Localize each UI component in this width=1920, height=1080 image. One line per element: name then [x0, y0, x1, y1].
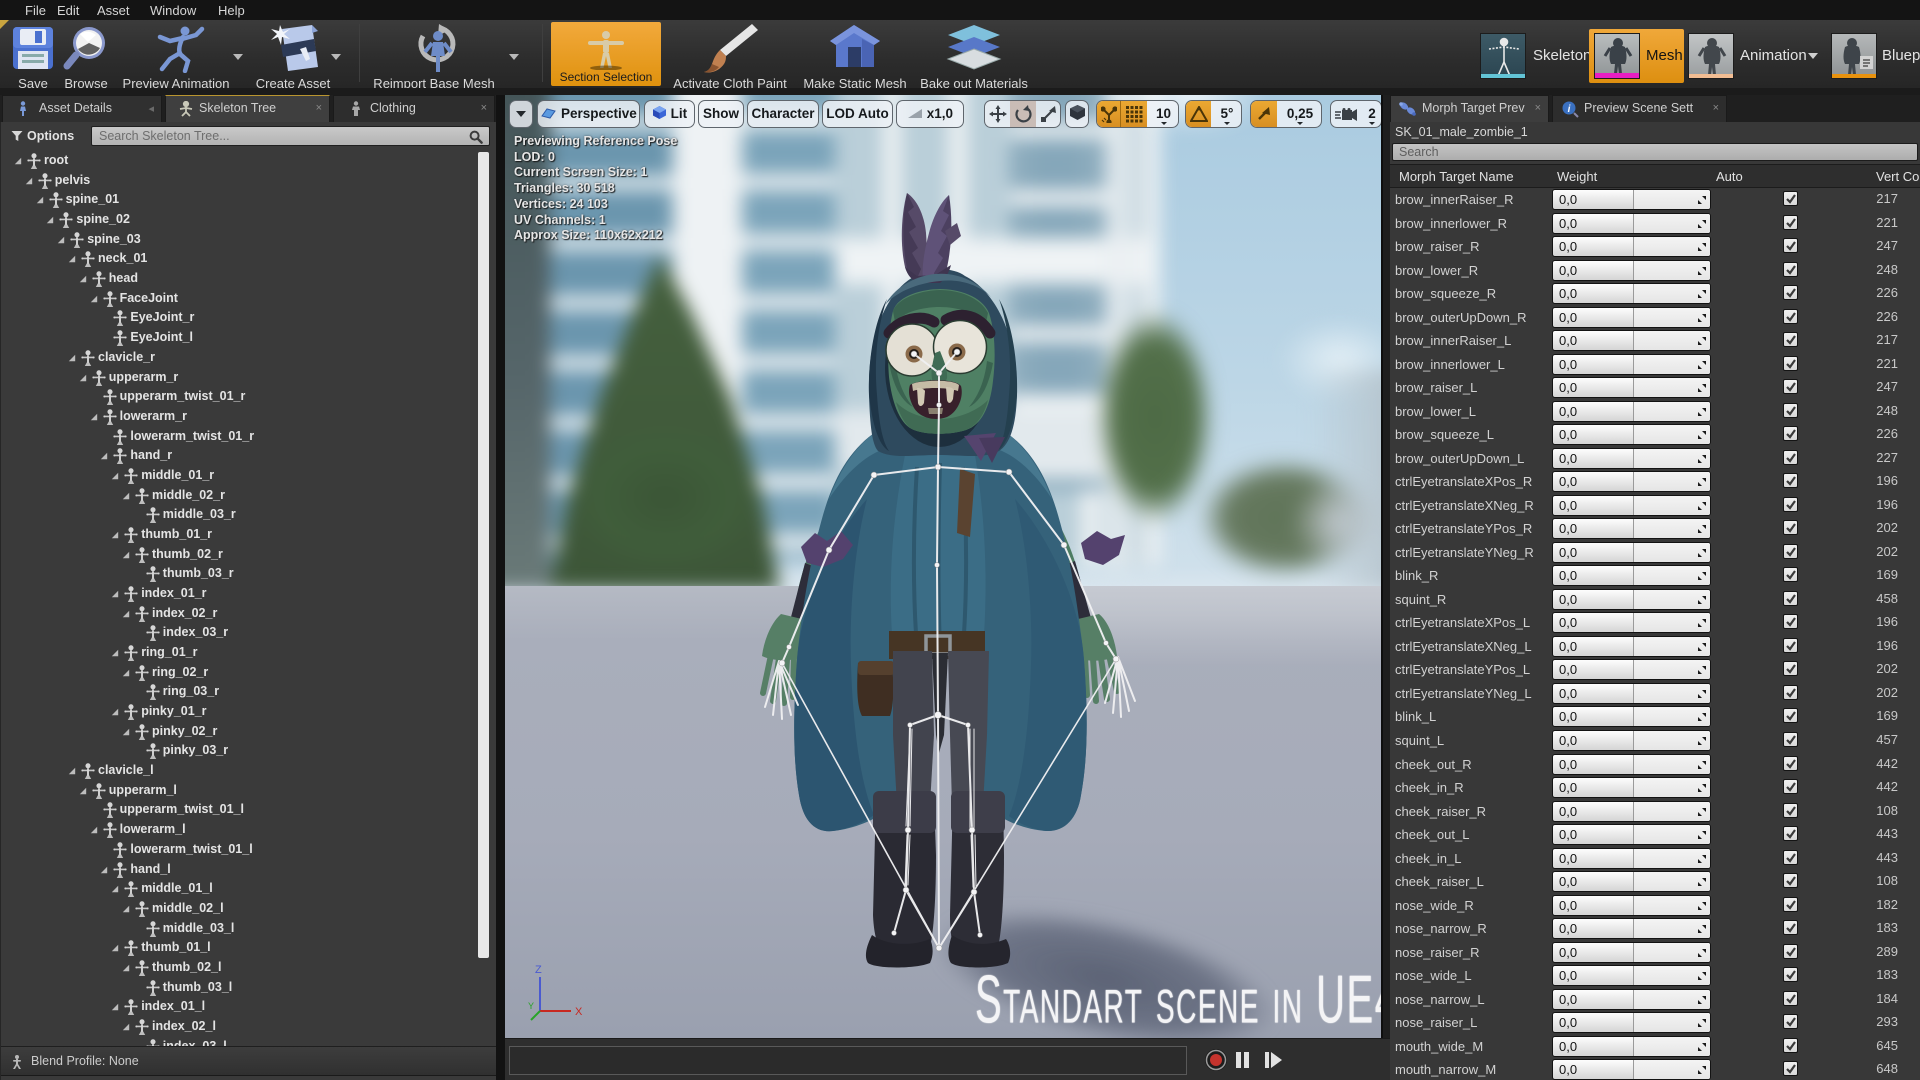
svg-text:X: X [575, 1006, 583, 1018]
svg-text:Z: Z [535, 964, 542, 976]
svg-text:Y: Y [528, 1001, 534, 1011]
svg-text:i: i [1568, 104, 1571, 115]
